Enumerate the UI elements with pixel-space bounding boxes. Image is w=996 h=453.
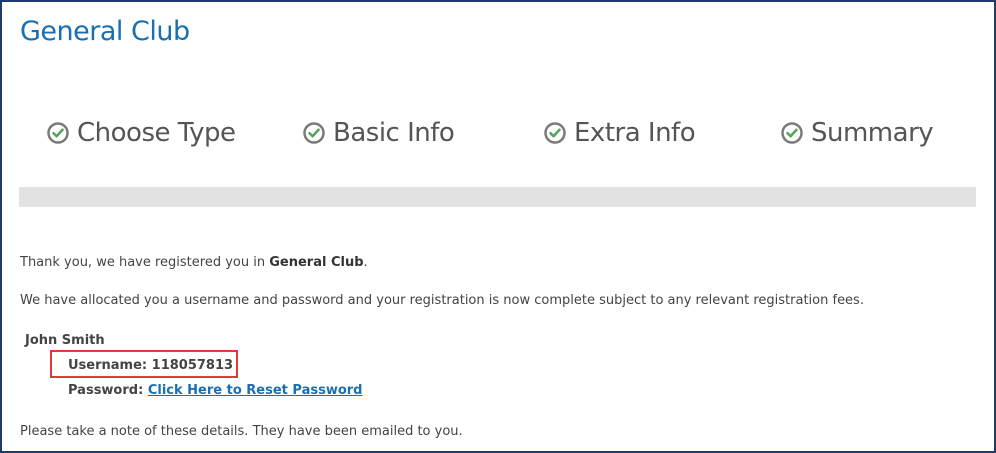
step-label: Basic Info (333, 118, 455, 148)
username-label: Username: (68, 358, 148, 373)
reset-password-link[interactable]: Click Here to Reset Password (148, 383, 363, 398)
username-row: Username: 118057813 (68, 358, 233, 373)
step-indicator: Choose Type Basic Info Extra Info Summar… (0, 118, 996, 158)
thank-you-text: Thank you, we have registered you in Gen… (20, 255, 368, 270)
step-extra-info: Extra Info (544, 118, 696, 148)
step-label: Extra Info (574, 118, 696, 148)
page-title: General Club (20, 16, 190, 47)
check-circle-icon (781, 122, 803, 144)
password-label: Password: (68, 383, 144, 398)
check-circle-icon (47, 122, 69, 144)
step-summary: Summary (781, 118, 934, 148)
check-circle-icon (303, 122, 325, 144)
step-label: Summary (811, 118, 934, 148)
password-row: Password: Click Here to Reset Password (68, 383, 363, 398)
club-name: General Club (269, 255, 364, 270)
username-value: 118057813 (151, 358, 234, 373)
step-choose-type: Choose Type (47, 118, 236, 148)
step-label: Choose Type (77, 118, 236, 148)
thanks-suffix: . (363, 255, 368, 270)
member-name: John Smith (25, 333, 105, 348)
note-text: Please take a note of these details. The… (20, 424, 463, 439)
step-basic-info: Basic Info (303, 118, 455, 148)
check-circle-icon (544, 122, 566, 144)
allocated-text: We have allocated you a username and pas… (20, 293, 864, 308)
progress-bar (19, 187, 976, 207)
thanks-prefix: Thank you, we have registered you in (20, 255, 270, 270)
